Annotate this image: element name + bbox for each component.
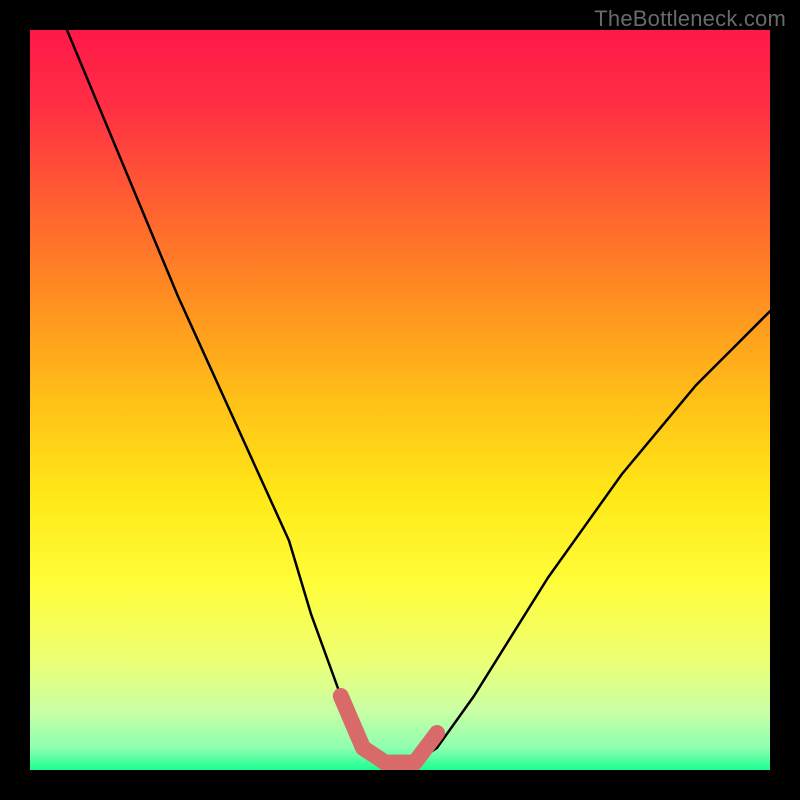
plot-area [30, 30, 770, 770]
valley-highlight [341, 696, 437, 763]
chart-container: TheBottleneck.com [0, 0, 800, 800]
curve-layer [30, 30, 770, 770]
watermark-text: TheBottleneck.com [594, 6, 786, 32]
bottleneck-curve [67, 30, 770, 763]
